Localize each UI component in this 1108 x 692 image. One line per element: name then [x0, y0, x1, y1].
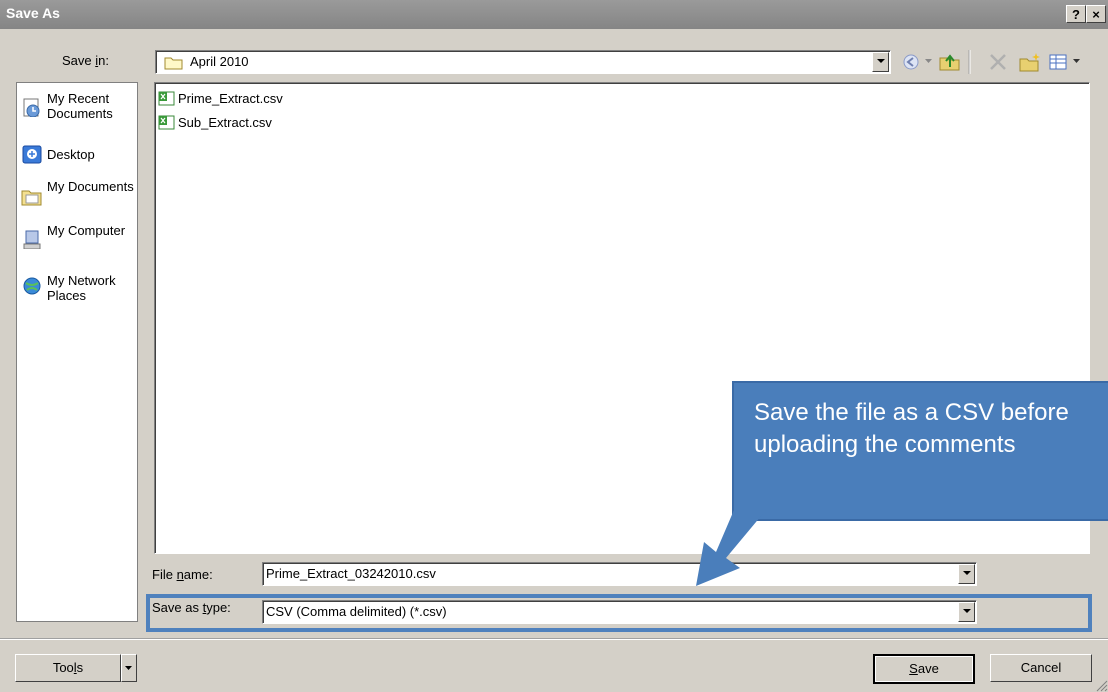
dropdown-arrow-icon[interactable]	[924, 56, 934, 66]
file-name-dropdown-arrow[interactable]	[958, 564, 975, 584]
toolbar-separator	[968, 50, 971, 74]
views-dropdown-icon[interactable]	[1072, 56, 1082, 66]
save-in-label: Save in:	[62, 53, 109, 68]
tools-button[interactable]: Tools	[15, 654, 121, 682]
save-in-dropdown[interactable]: April 2010	[155, 50, 891, 74]
cancel-button[interactable]: Cancel	[990, 654, 1092, 682]
csv-file-icon	[158, 115, 175, 130]
close-button[interactable]: ×	[1086, 5, 1106, 23]
chevron-down-icon	[125, 666, 132, 670]
resize-grip-icon[interactable]	[1094, 678, 1108, 692]
csv-file-icon	[158, 91, 175, 106]
tools-dropdown-arrow[interactable]	[121, 654, 137, 682]
delete-icon[interactable]	[988, 52, 1008, 72]
title-bar: Save As ? ×	[0, 0, 1108, 29]
folder-icon	[164, 57, 183, 70]
callout-arrow	[696, 510, 766, 586]
help-button[interactable]: ?	[1066, 5, 1086, 23]
desktop-icon	[22, 145, 42, 164]
places-bar: My Recent Documents Desktop My Documents…	[16, 82, 138, 622]
up-folder-icon[interactable]	[938, 51, 962, 73]
place-label: My Recent Documents	[47, 91, 113, 121]
place-label: My Computer	[47, 223, 126, 238]
recent-documents-icon	[23, 98, 40, 117]
list-item[interactable]: Sub_Extract.csv	[158, 115, 272, 130]
file-name: Sub_Extract.csv	[178, 115, 272, 130]
place-label: My Network Places	[47, 273, 116, 303]
callout-text: Save the file as a CSV before uploading …	[754, 399, 1069, 458]
my-documents-icon	[21, 190, 42, 206]
divider	[0, 638, 1108, 640]
callout-box: Save the file as a CSV before uploading …	[732, 381, 1108, 521]
file-name: Prime_Extract.csv	[178, 91, 283, 106]
save-in-value: April 2010	[190, 54, 249, 69]
save-button[interactable]: Save	[873, 654, 975, 684]
back-icon[interactable]	[900, 52, 922, 72]
place-label: Desktop	[47, 147, 95, 162]
file-name-label: File name:	[152, 567, 213, 582]
views-icon[interactable]	[1048, 52, 1070, 72]
place-label: My Documents	[47, 179, 134, 194]
window-title: Save As	[6, 5, 60, 21]
file-name-value: Prime_Extract_03242010.csv	[266, 566, 436, 581]
file-name-field[interactable]: Prime_Extract_03242010.csv	[262, 562, 977, 586]
network-places-icon	[23, 277, 41, 295]
save-as-type-highlight	[146, 594, 1092, 632]
new-folder-icon[interactable]	[1018, 51, 1042, 73]
list-item[interactable]: Prime_Extract.csv	[158, 91, 283, 106]
save-in-dropdown-arrow[interactable]	[872, 52, 889, 72]
my-computer-icon	[23, 230, 41, 249]
